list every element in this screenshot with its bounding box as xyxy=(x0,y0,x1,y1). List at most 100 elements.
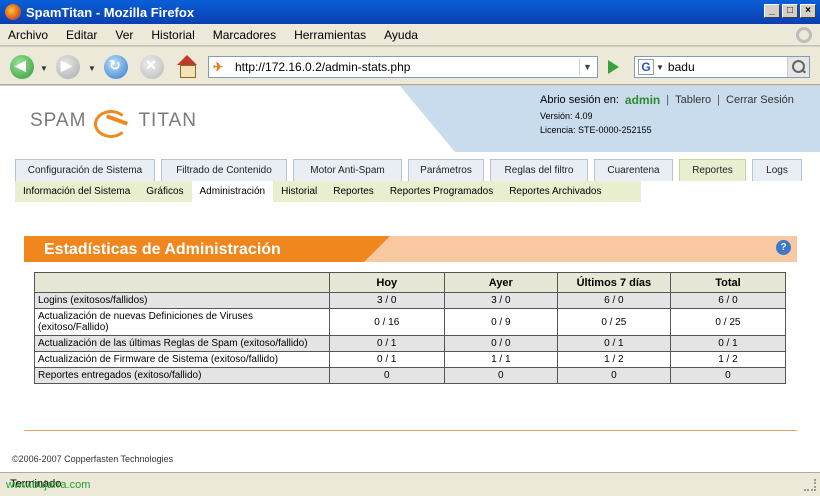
main-tabs: Configuración de Sistema Filtrado de Con… xyxy=(15,159,808,181)
window-title: SpamTitan - Mozilla Firefox xyxy=(26,4,195,20)
separator: | xyxy=(717,94,721,106)
help-icon[interactable]: ? xyxy=(776,240,791,255)
window-controls: _ □ × xyxy=(764,4,816,18)
menu-ver[interactable]: Ver xyxy=(113,26,135,44)
tab-filtrado-contenido[interactable]: Filtrado de Contenido xyxy=(161,159,287,181)
row-label: Actualización de nuevas Definiciones de … xyxy=(34,308,330,336)
table-row: Reportes entregados (exitoso/fallido) 0 … xyxy=(34,367,787,384)
panel-title: Estadísticas de Administración xyxy=(44,241,281,258)
row-label: Logins (exitosos/fallidos) xyxy=(34,292,330,309)
column-header-ayer: Ayer xyxy=(443,272,558,293)
menu-ayuda[interactable]: Ayuda xyxy=(382,26,420,44)
row-label: Reportes entregados (exitoso/fallido) xyxy=(34,367,330,384)
cell-value: 0 / 25 xyxy=(669,308,787,336)
engine-dropdown-icon[interactable]: ▼ xyxy=(656,63,664,72)
subtab-reportes-archivados[interactable]: Reportes Archivados xyxy=(501,181,609,202)
subtab-reportes-programados[interactable]: Reportes Programados xyxy=(382,181,501,202)
resize-grip-icon[interactable] xyxy=(804,479,816,491)
tab-motor-antispam[interactable]: Motor Anti-Spam xyxy=(293,159,402,181)
maximize-button[interactable]: □ xyxy=(782,4,798,18)
forward-arrow-icon: ▶ xyxy=(61,57,72,73)
table-row: Actualización de las últimas Reglas de S… xyxy=(34,335,787,352)
column-header-ultimos-7-dias: Últimos 7 días xyxy=(556,272,671,293)
menu-historial[interactable]: Historial xyxy=(149,26,196,44)
minimize-button[interactable]: _ xyxy=(764,4,780,18)
reload-icon: ↻ xyxy=(109,57,121,73)
subtab-historial[interactable]: Historial xyxy=(273,181,325,202)
cell-value: 6 / 0 xyxy=(556,292,671,309)
cell-value: 0 / 1 xyxy=(328,351,445,368)
tab-logs[interactable]: Logs xyxy=(752,159,802,181)
back-history-dropdown-icon[interactable]: ▼ xyxy=(40,64,48,73)
cell-value: 0 / 1 xyxy=(328,335,445,352)
cell-value: 0 / 9 xyxy=(443,308,558,336)
forward-history-dropdown-icon[interactable]: ▼ xyxy=(88,64,96,73)
tab-cuarentena[interactable]: Cuarentena xyxy=(594,159,673,181)
watermark: www.bujarra.com xyxy=(6,479,91,491)
subtab-graficos[interactable]: Gráficos xyxy=(138,181,191,202)
table-row: Logins (exitosos/fallidos) 3 / 0 3 / 0 6… xyxy=(34,292,787,309)
row-label: Actualización de Firmware de Sistema (ex… xyxy=(34,351,330,368)
subtab-administracion[interactable]: Administración xyxy=(191,181,274,202)
subtab-informacion-sistema[interactable]: Información del Sistema xyxy=(15,181,138,202)
menu-bar: Archivo Editar Ver Historial Marcadores … xyxy=(0,24,820,46)
menu-herramientas[interactable]: Herramientas xyxy=(292,26,368,44)
logo-text-left: SPAM xyxy=(30,110,87,131)
reload-button[interactable]: ↻ xyxy=(104,55,128,79)
subtab-reportes[interactable]: Reportes xyxy=(325,181,382,202)
table-header-row: Hoy Ayer Últimos 7 días Total xyxy=(34,272,787,293)
stop-button[interactable]: ✕ xyxy=(140,55,164,79)
tab-reportes[interactable]: Reportes xyxy=(679,159,746,181)
license-text: Licencia: STE-0000-252155 xyxy=(540,125,652,135)
cell-value: 0 xyxy=(669,367,787,384)
spamtitan-logo: SPAM TITAN xyxy=(30,108,197,138)
tab-reglas-filtro[interactable]: Reglas del filtro xyxy=(490,159,588,181)
window-titlebar: SpamTitan - Mozilla Firefox _ □ × xyxy=(0,0,820,24)
cell-value: 6 / 0 xyxy=(669,292,787,309)
url-text[interactable]: http://172.16.0.2/admin-stats.php xyxy=(235,60,410,74)
tab-configuracion-sistema[interactable]: Configuración de Sistema xyxy=(15,159,155,181)
copyright-footer: ©2006-2007 Copperfasten Technologies xyxy=(12,454,174,464)
admin-stats-panel: Estadísticas de Administración ? Hoy Aye… xyxy=(24,236,797,431)
username: admin xyxy=(624,93,661,107)
status-bar: Terminado www.bujarra.com xyxy=(0,472,820,496)
close-button[interactable]: × xyxy=(800,4,816,18)
url-bar[interactable]: ✈ http://172.16.0.2/admin-stats.php ▼ xyxy=(208,56,598,78)
dashboard-link[interactable]: Tablero xyxy=(675,94,711,106)
cell-value: 0 / 0 xyxy=(443,335,558,352)
url-history-dropdown-icon[interactable]: ▼ xyxy=(579,59,595,75)
logo-swoosh-icon xyxy=(92,108,132,138)
throbber-icon xyxy=(796,27,812,43)
cell-value: 0 xyxy=(328,367,445,384)
back-arrow-icon: ◀ xyxy=(15,57,26,73)
stop-icon: ✕ xyxy=(145,57,157,73)
search-icon[interactable] xyxy=(787,57,809,77)
logout-link[interactable]: Cerrar Sesión xyxy=(726,94,794,106)
search-input[interactable]: badu xyxy=(668,60,695,74)
google-engine-icon[interactable]: G xyxy=(638,59,654,75)
cell-value: 3 / 0 xyxy=(328,292,445,309)
table-row: Actualización de Firmware de Sistema (ex… xyxy=(34,351,787,368)
row-label: Actualización de las últimas Reglas de S… xyxy=(34,335,330,352)
cell-value: 1 / 2 xyxy=(556,351,671,368)
search-bar[interactable]: G ▼ badu xyxy=(634,56,810,78)
cell-value: 0 xyxy=(556,367,671,384)
tab-parametros[interactable]: Parámetros xyxy=(408,159,484,181)
menu-archivo[interactable]: Archivo xyxy=(6,26,50,44)
version-text: Versión: 4.09 xyxy=(540,111,593,121)
back-button[interactable]: ◀ xyxy=(10,55,34,79)
forward-button[interactable]: ▶ xyxy=(56,55,80,79)
menu-marcadores[interactable]: Marcadores xyxy=(211,26,278,44)
firefox-icon xyxy=(5,4,21,20)
column-header xyxy=(34,272,330,293)
home-button[interactable] xyxy=(175,55,199,78)
stats-table: Hoy Ayer Últimos 7 días Total Logins (ex… xyxy=(34,272,787,384)
cell-value: 1 / 1 xyxy=(443,351,558,368)
column-header-total: Total xyxy=(669,272,787,293)
cell-value: 0 xyxy=(443,367,558,384)
session-label: Abrio sesión en: xyxy=(540,94,619,106)
cell-value: 3 / 0 xyxy=(443,292,558,309)
go-button[interactable] xyxy=(604,58,622,76)
cell-value: 0 / 1 xyxy=(669,335,787,352)
menu-editar[interactable]: Editar xyxy=(64,26,99,44)
